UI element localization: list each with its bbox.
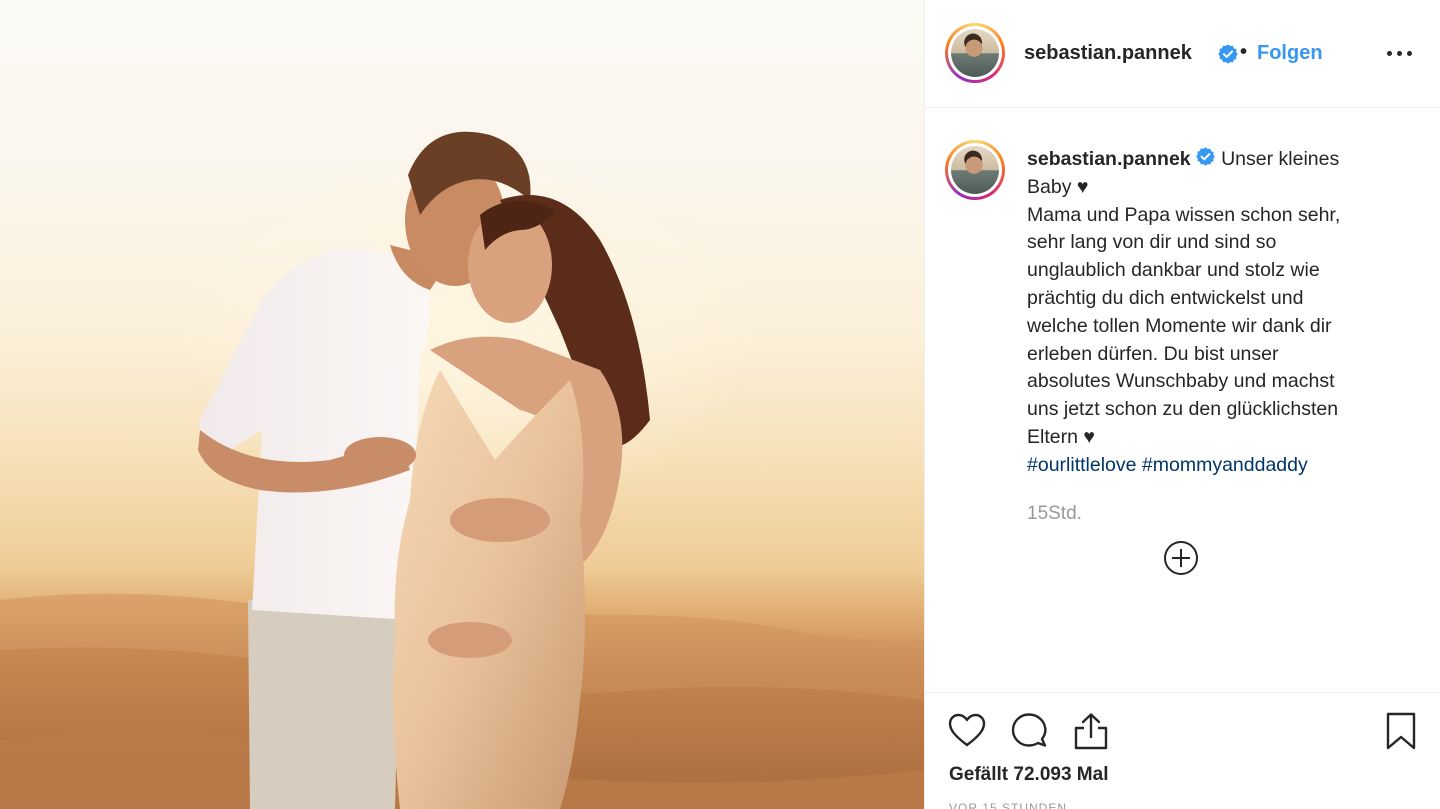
caption-hashtags: #ourlittlelove #mommyanddaddy: [1027, 452, 1407, 480]
caption-line: sehr lang von dir und sind so: [1027, 231, 1277, 254]
likes-count[interactable]: Gefällt 72.093 Mal: [949, 764, 1108, 786]
caption-avatar[interactable]: [945, 140, 1005, 200]
post-time-ago: VOR 15 STUNDEN: [949, 801, 1068, 809]
caption-line: uns jetzt schon zu den glücklichsten: [1027, 398, 1339, 421]
author-avatar-inner: [948, 26, 1002, 80]
caption-line: erleben dürfen. Du bist unser: [1027, 342, 1279, 365]
share-icon[interactable]: [1071, 711, 1111, 751]
more-dot: [1397, 51, 1402, 56]
more-dot: [1387, 51, 1392, 56]
more-dot: [1407, 51, 1412, 56]
post-caption: sebastian.pannek Unser kleines Baby ♥ Ma…: [925, 108, 1440, 692]
caption-line: prächtig du dich entwickelst und: [1027, 286, 1304, 309]
caption-line: Baby ♥: [1027, 175, 1089, 198]
post-header: sebastian.pannek • Folgen: [925, 0, 1440, 108]
plus-circle-icon[interactable]: [1163, 540, 1199, 576]
post-side-panel: sebastian.pannek • Folgen sebastian.pann…: [924, 0, 1440, 809]
post-actions: Gefällt 72.093 Mal VOR 15 STUNDEN: [925, 692, 1440, 809]
caption-avatar-inner: [948, 143, 1002, 197]
post-photo[interactable]: [0, 0, 924, 809]
author-avatar[interactable]: [945, 23, 1005, 83]
follow-button[interactable]: Folgen: [1257, 42, 1323, 65]
caption-text: sebastian.pannek Unser kleines Baby ♥ Ma…: [1027, 146, 1407, 480]
caption-avatar-picture: [951, 146, 999, 194]
bookmark-icon[interactable]: [1381, 711, 1421, 751]
caption-line: sebastian.pannek Unser kleines: [1027, 146, 1407, 174]
header-separator: •: [1240, 41, 1248, 63]
caption-username[interactable]: sebastian.pannek: [1027, 148, 1191, 170]
author-username[interactable]: sebastian.pannek: [1024, 42, 1192, 65]
comment-icon[interactable]: [1009, 711, 1049, 751]
author-avatar-picture: [951, 29, 999, 77]
caption-line: absolutes Wunschbaby und machst: [1027, 370, 1335, 393]
hashtag-link[interactable]: #ourlittlelove: [1027, 454, 1136, 476]
caption-line-text: Unser kleines: [1221, 148, 1340, 170]
heart-icon[interactable]: [947, 711, 987, 751]
caption-line: Eltern ♥: [1027, 425, 1095, 448]
caption-line: unglaublich dankbar und stolz wie: [1027, 259, 1320, 282]
verified-badge-icon: [1218, 44, 1238, 64]
caption-timestamp[interactable]: 15Std.: [1027, 503, 1082, 525]
caption-line: welche tollen Momente wir dank dir: [1027, 314, 1332, 337]
hashtag-link[interactable]: #mommyanddaddy: [1142, 454, 1308, 476]
post-photo-art: [0, 131, 924, 809]
more-options-icon[interactable]: [1385, 42, 1415, 66]
caption-line: Mama und Papa wissen schon sehr,: [1027, 203, 1341, 226]
verified-badge-icon: [1195, 147, 1215, 166]
